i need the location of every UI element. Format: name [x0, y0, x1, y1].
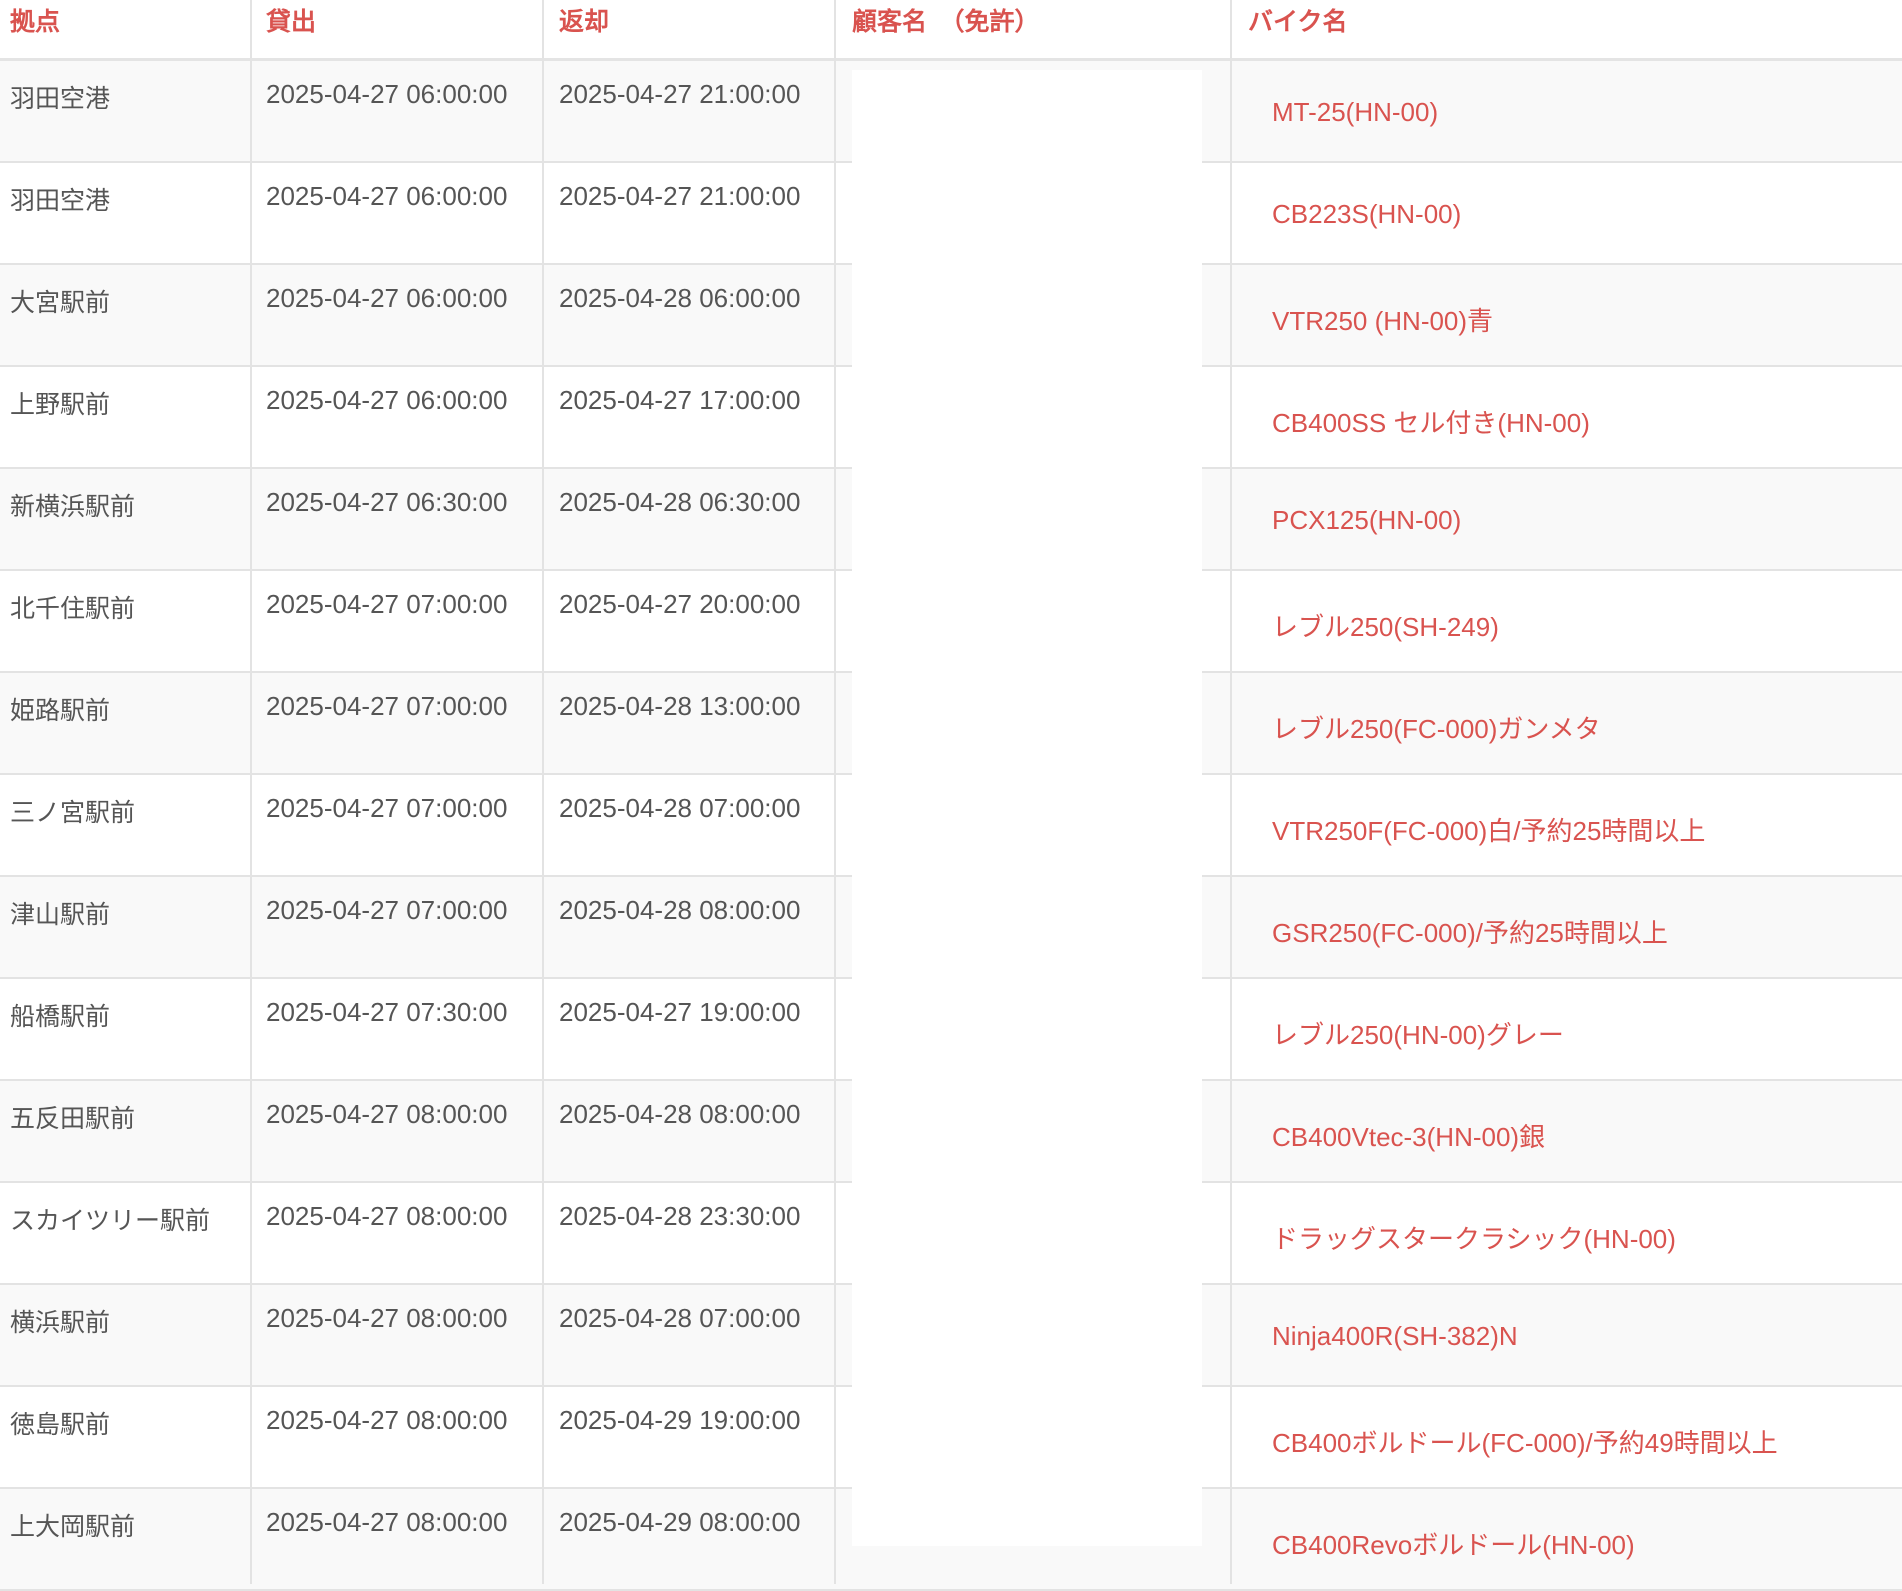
cell-bike: レブル250(SH-249) [1232, 571, 1902, 671]
cell-kyoten: 横浜駅前 [10, 1308, 111, 1337]
bike-link[interactable]: CB400Revoボルドール(HN-00) [1272, 1530, 1635, 1560]
cell-kashidashi: 2025-04-27 08:00:00 [266, 1303, 508, 1333]
column-divider [834, 0, 836, 1584]
bike-link[interactable]: PCX125(HN-00) [1272, 505, 1461, 535]
cell-kashidashi: 2025-04-27 06:00:00 [266, 283, 508, 313]
column-header-kyoten[interactable]: 拠点 [0, 0, 250, 58]
cell-bike: CB400Revoボルドール(HN-00) [1232, 1489, 1902, 1589]
cell-kyoten: 上野駅前 [10, 390, 111, 419]
cell-kyoten: 大宮駅前 [10, 288, 111, 317]
cell-bike: レブル250(FC-000)ガンメタ [1232, 673, 1902, 773]
bike-link[interactable]: GSR250(FC-000)/予約25時間以上 [1272, 918, 1668, 948]
cell-bike: CB400SS セル付き(HN-00) [1232, 367, 1902, 467]
cell-kashidashi: 2025-04-27 07:00:00 [266, 895, 508, 925]
cell-kyoten: 上大岡駅前 [10, 1512, 136, 1541]
cell-bike: MT-25(HN-00) [1232, 61, 1902, 161]
bike-link[interactable]: レブル250(SH-249) [1272, 612, 1499, 642]
cell-henkyaku: 2025-04-28 07:00:00 [559, 1303, 801, 1333]
cell-kyoten: スカイツリー駅前 [10, 1206, 211, 1235]
cell-kyoten: 羽田空港 [10, 84, 111, 113]
bike-link[interactable]: CB223S(HN-00) [1272, 199, 1461, 229]
cell-kashidashi: 2025-04-27 08:00:00 [266, 1099, 508, 1129]
cell-henkyaku: 2025-04-28 06:30:00 [559, 487, 801, 517]
cell-bike: ドラッグスタークラシック(HN-00) [1232, 1183, 1902, 1283]
customer-name-partial [880, 1536, 990, 1556]
cell-henkyaku: 2025-04-29 08:00:00 [559, 1507, 801, 1537]
cell-kashidashi: 2025-04-27 06:00:00 [266, 181, 508, 211]
bike-link[interactable]: CB400SS セル付き(HN-00) [1272, 408, 1590, 438]
cell-bike: CB223S(HN-00) [1232, 163, 1902, 263]
column-header-customer[interactable]: 顧客名 （免許） [836, 0, 1230, 58]
cell-henkyaku: 2025-04-27 19:00:00 [559, 997, 801, 1027]
customer-name-redaction [852, 70, 1202, 1546]
bike-link[interactable]: レブル250(FC-000)ガンメタ [1272, 714, 1601, 744]
bike-link[interactable]: CB400Vtec-3(HN-00)銀 [1272, 1122, 1545, 1152]
bike-link[interactable]: VTR250 (HN-00)青 [1272, 306, 1493, 336]
cell-henkyaku: 2025-04-28 08:00:00 [559, 1099, 801, 1129]
column-header-bike[interactable]: バイク名 [1232, 0, 1902, 58]
cell-henkyaku: 2025-04-28 23:30:00 [559, 1201, 801, 1231]
cell-henkyaku: 2025-04-28 08:00:00 [559, 895, 801, 925]
bike-link[interactable]: MT-25(HN-00) [1272, 97, 1438, 127]
cell-bike: Ninja400R(SH-382)N [1232, 1285, 1902, 1385]
column-header-kashidashi[interactable]: 貸出 [252, 0, 542, 58]
cell-henkyaku: 2025-04-27 20:00:00 [559, 589, 801, 619]
cell-bike: CB400Vtec-3(HN-00)銀 [1232, 1081, 1902, 1181]
cell-bike: GSR250(FC-000)/予約25時間以上 [1232, 877, 1902, 977]
cell-henkyaku: 2025-04-28 06:00:00 [559, 283, 801, 313]
cell-henkyaku: 2025-04-28 07:00:00 [559, 793, 801, 823]
bike-link[interactable]: レブル250(HN-00)グレー [1272, 1020, 1564, 1050]
bike-link[interactable]: ドラッグスタークラシック(HN-00) [1272, 1224, 1676, 1254]
cell-henkyaku: 2025-04-27 17:00:00 [559, 385, 801, 415]
cell-henkyaku: 2025-04-29 19:00:00 [559, 1405, 801, 1435]
column-divider [1230, 0, 1232, 1584]
bike-link[interactable]: VTR250F(FC-000)白/予約25時間以上 [1272, 816, 1705, 846]
cell-kashidashi: 2025-04-27 06:00:00 [266, 79, 508, 109]
column-divider [250, 0, 252, 1584]
cell-kyoten: 羽田空港 [10, 186, 111, 215]
cell-henkyaku: 2025-04-27 21:00:00 [559, 79, 801, 109]
cell-henkyaku: 2025-04-27 21:00:00 [559, 181, 801, 211]
cell-kyoten: 姫路駅前 [10, 696, 111, 725]
cell-bike: レブル250(HN-00)グレー [1232, 979, 1902, 1079]
cell-bike: PCX125(HN-00) [1232, 469, 1902, 569]
cell-kashidashi: 2025-04-27 07:00:00 [266, 589, 508, 619]
cell-kyoten: 徳島駅前 [10, 1410, 111, 1439]
cell-bike: VTR250 (HN-00)青 [1232, 265, 1902, 365]
bike-link[interactable]: Ninja400R(SH-382)N [1272, 1321, 1518, 1351]
cell-kashidashi: 2025-04-27 08:00:00 [266, 1201, 508, 1231]
cell-kashidashi: 2025-04-27 06:00:00 [266, 385, 508, 415]
cell-kashidashi: 2025-04-27 07:30:00 [266, 997, 508, 1027]
cell-kashidashi: 2025-04-27 08:00:00 [266, 1507, 508, 1537]
cell-kashidashi: 2025-04-27 07:00:00 [266, 793, 508, 823]
cell-kashidashi: 2025-04-27 06:30:00 [266, 487, 508, 517]
cell-kyoten: 船橋駅前 [10, 1002, 111, 1031]
cell-henkyaku: 2025-04-28 13:00:00 [559, 691, 801, 721]
cell-kyoten: 三ノ宮駅前 [10, 798, 136, 827]
cell-kyoten: 新横浜駅前 [10, 492, 136, 521]
table-header: 拠点 貸出 返却 顧客名 （免許） バイク名 [0, 0, 1902, 61]
bike-link[interactable]: CB400ボルドール(FC-000)/予約49時間以上 [1272, 1428, 1778, 1458]
cell-kyoten: 五反田駅前 [10, 1104, 136, 1133]
cell-kashidashi: 2025-04-27 08:00:00 [266, 1405, 508, 1435]
cell-kyoten: 津山駅前 [10, 900, 111, 929]
cell-kyoten: 北千住駅前 [10, 594, 136, 623]
cell-bike: VTR250F(FC-000)白/予約25時間以上 [1232, 775, 1902, 875]
column-header-henkyaku[interactable]: 返却 [544, 0, 834, 58]
column-divider [542, 0, 544, 1584]
cell-kashidashi: 2025-04-27 07:00:00 [266, 691, 508, 721]
cell-bike: CB400ボルドール(FC-000)/予約49時間以上 [1232, 1387, 1902, 1487]
